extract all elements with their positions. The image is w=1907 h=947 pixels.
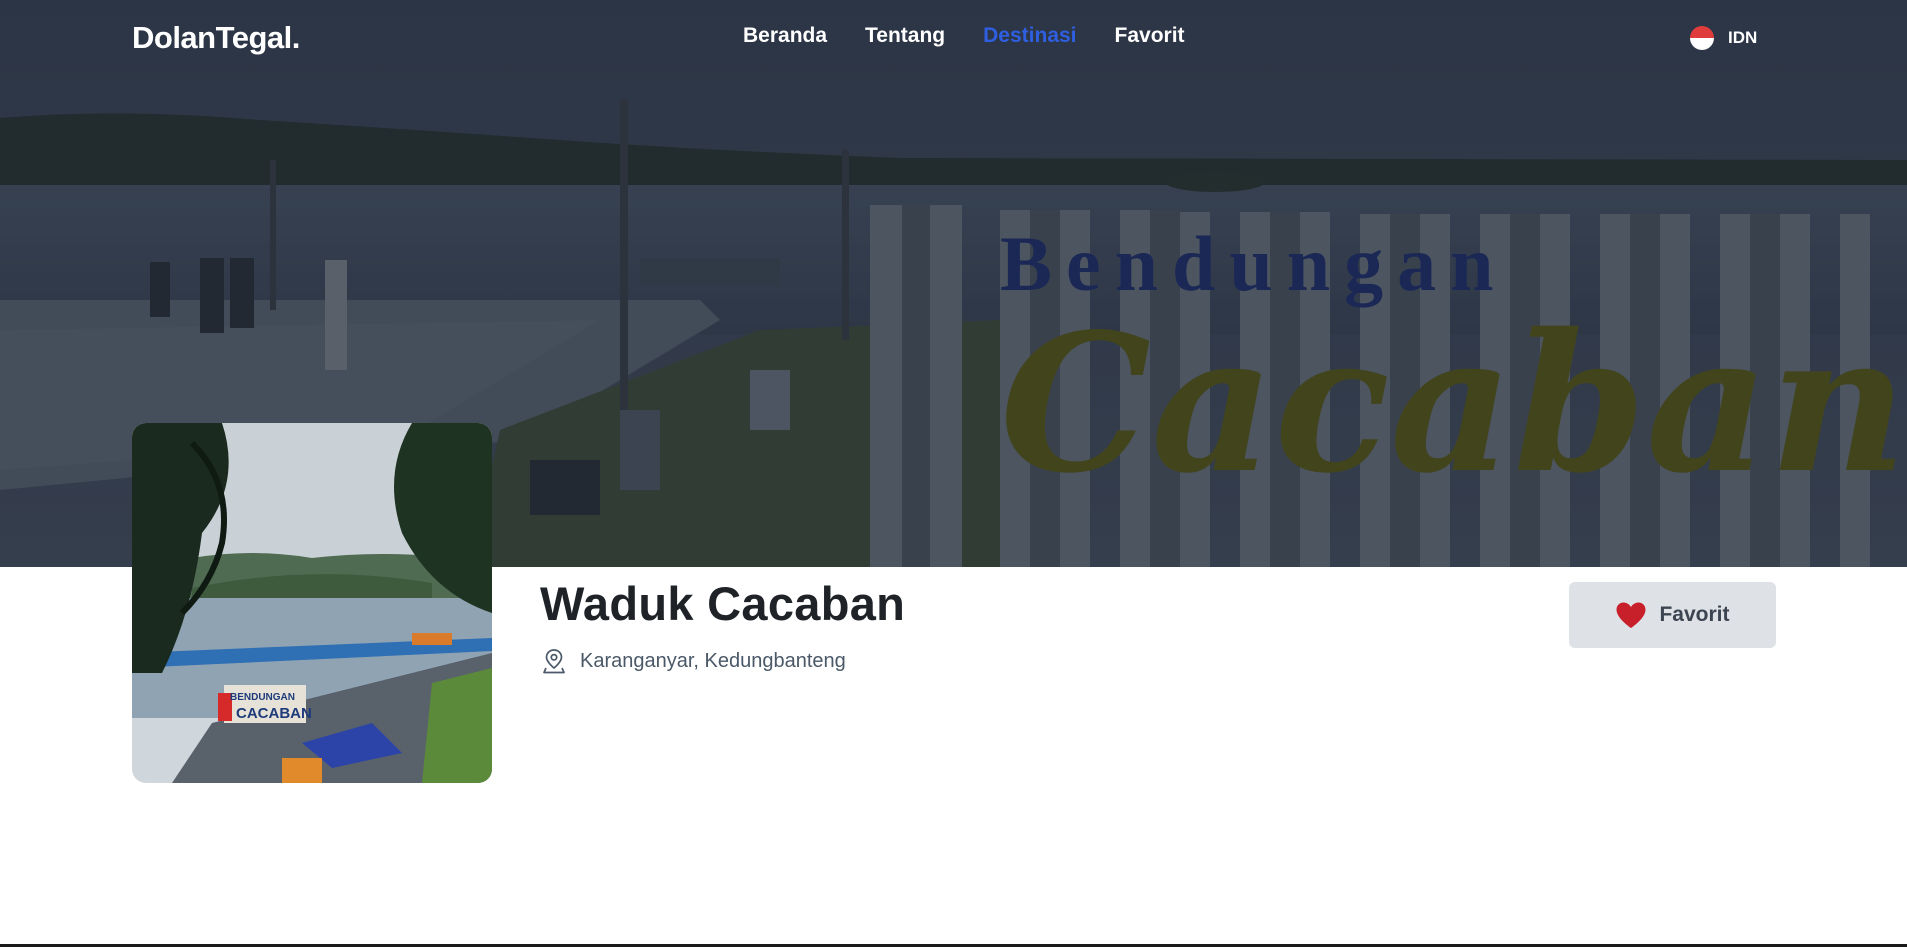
destination-thumbnail: BENDUNGAN CACABAN [132, 423, 492, 783]
location-text: Karanganyar, Kedungbanteng [580, 649, 846, 672]
favorite-button[interactable]: Favorit [1569, 582, 1776, 648]
site-logo[interactable]: DolanTegal. [132, 20, 300, 56]
language-label: IDN [1728, 28, 1758, 47]
language-switcher[interactable]: IDN [1690, 26, 1757, 50]
destination-title: Waduk Cacaban [540, 577, 906, 630]
nav-link-beranda[interactable]: Beranda [743, 24, 827, 48]
main-nav: Beranda Tentang Destinasi Favorit [743, 24, 1185, 48]
heart-icon [1616, 602, 1646, 628]
nav-link-destinasi[interactable]: Destinasi [983, 24, 1076, 48]
thumbnail-sign-main: CACABAN [236, 705, 312, 722]
nav-link-tentang[interactable]: Tentang [865, 24, 945, 48]
map-pin-icon [543, 649, 565, 674]
destination-detail-page: Bendungan Cacaban DolanTegal. Beranda Te… [0, 0, 1907, 947]
navbar: DolanTegal. Beranda Tentang Destinasi Fa… [0, 0, 1907, 80]
destination-photo: BENDUNGAN CACABAN [132, 423, 492, 783]
indonesia-flag-icon [1690, 26, 1714, 50]
nav-link-favorit[interactable]: Favorit [1115, 24, 1185, 48]
favorite-button-label: Favorit [1659, 603, 1730, 626]
thumbnail-sign-top: BENDUNGAN [230, 692, 295, 703]
destination-location: Karanganyar, Kedungbanteng [542, 648, 846, 674]
